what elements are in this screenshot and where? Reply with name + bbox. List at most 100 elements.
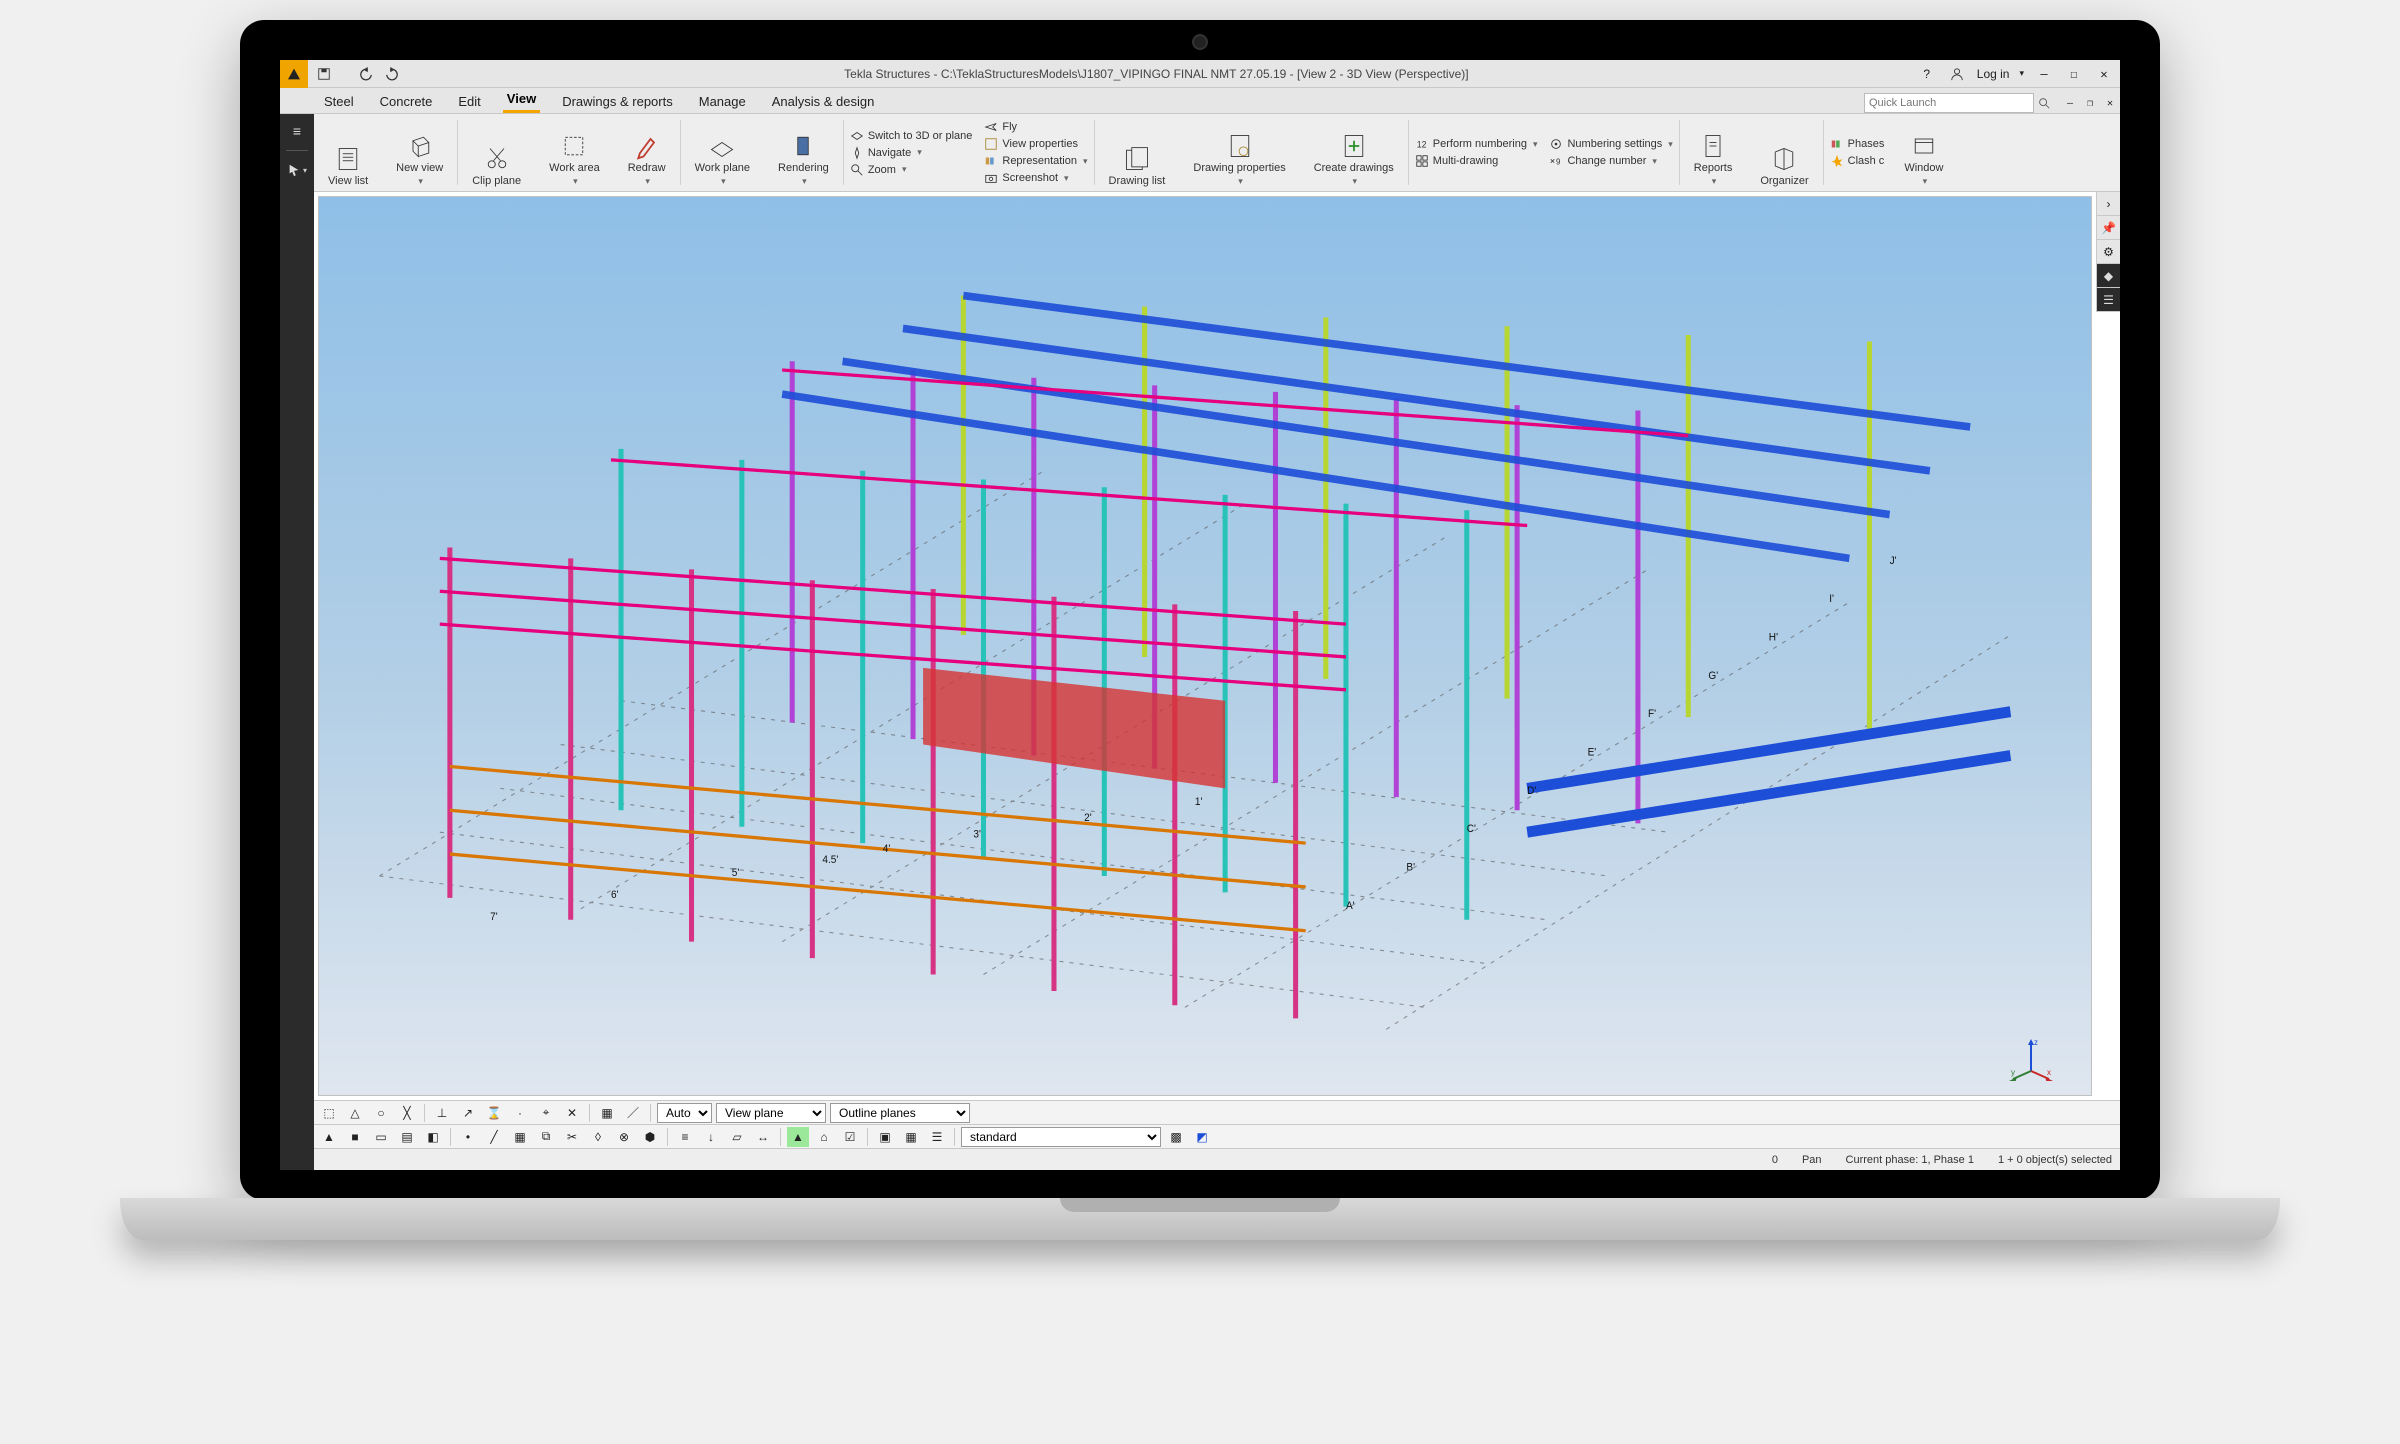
filter-on-icon[interactable]: ▲ [787, 1127, 809, 1147]
view-properties-button[interactable]: View properties [984, 137, 1087, 151]
filter-point-icon[interactable]: • [457, 1127, 479, 1147]
tab-view[interactable]: View [503, 87, 540, 113]
layout-list-icon[interactable]: ☰ [926, 1127, 948, 1147]
create-drawings-button[interactable]: Create drawings▾ [1306, 130, 1402, 189]
change-number-button[interactable]: 9 Change number▾ [1549, 154, 1672, 168]
snap-mode-select[interactable]: Auto [657, 1103, 712, 1123]
statusbar: 0 Pan Current phase: 1, Phase 1 1 + 0 ob… [314, 1148, 2120, 1170]
select-assembly-icon[interactable]: ▭ [370, 1127, 392, 1147]
snap-perpendicular-icon[interactable]: ⊥ [431, 1103, 453, 1123]
navigate-button[interactable]: Navigate▾ [850, 146, 973, 160]
snap-intersection-icon[interactable]: ╳ [396, 1103, 418, 1123]
clash-check-button[interactable]: Clash c [1830, 154, 1885, 168]
undo-icon[interactable] [356, 64, 376, 84]
work-plane-button[interactable]: Work plane▾ [687, 130, 758, 189]
filter-bolt-icon[interactable]: ⊗ [613, 1127, 635, 1147]
filter-plane2-icon[interactable]: ▱ [726, 1127, 748, 1147]
child-restore-button[interactable]: ❐ [2080, 98, 2100, 109]
panel-cube-icon[interactable]: ◆ [2097, 264, 2120, 288]
user-icon[interactable] [1947, 64, 1967, 84]
select-part-icon[interactable]: ▤ [396, 1127, 418, 1147]
maximize-button[interactable]: ☐ [2064, 67, 2084, 81]
filter-flag-icon[interactable]: ◩ [1191, 1127, 1213, 1147]
filter-grid-icon[interactable]: ▦ [509, 1127, 531, 1147]
phases-button[interactable]: Phases [1830, 137, 1885, 151]
help-icon[interactable]: ? [1917, 64, 1937, 84]
tab-drawings-reports[interactable]: Drawings & reports [558, 90, 677, 113]
pointer-icon[interactable]: ▲ [318, 1127, 340, 1147]
multi-drawing-button[interactable]: Multi-drawing [1415, 154, 1538, 168]
rendering-button[interactable]: Rendering▾ [770, 130, 837, 189]
switch-3d-or-plane-button[interactable]: Switch to 3D or plane [850, 129, 973, 143]
work-area-button[interactable]: Work area▾ [541, 130, 608, 189]
select-all-icon[interactable]: ■ [344, 1127, 366, 1147]
fly-button[interactable]: Fly [984, 120, 1087, 134]
panel-expand-icon[interactable]: › [2097, 192, 2120, 216]
drawing-properties-button[interactable]: Drawing properties▾ [1185, 130, 1293, 189]
view-list-button[interactable]: View list [320, 143, 376, 189]
filter-cut-icon[interactable]: ✂ [561, 1127, 583, 1147]
filter-plane-icon[interactable]: ◊ [587, 1127, 609, 1147]
ribbon-tabs: Steel Concrete Edit View Drawings & repo… [280, 88, 2120, 114]
selection-filter-select[interactable]: standard [961, 1127, 1161, 1147]
layout-grid9-icon[interactable]: ▦ [900, 1127, 922, 1147]
snap-hourglass-icon[interactable]: ⌛ [483, 1103, 505, 1123]
tab-analysis-design[interactable]: Analysis & design [768, 90, 879, 113]
tab-edit[interactable]: Edit [454, 90, 484, 113]
numbering-settings-button[interactable]: Numbering settings▾ [1549, 137, 1672, 151]
panel-pin-icon[interactable]: 📌 [2097, 216, 2120, 240]
perform-numbering-button[interactable]: 12 Perform numbering▾ [1415, 137, 1538, 151]
layout-grid4-icon[interactable]: ▣ [874, 1127, 896, 1147]
panel-gear-icon[interactable]: ⚙ [2097, 240, 2120, 264]
filter-rebar-icon[interactable]: ≡ [674, 1127, 696, 1147]
reports-button[interactable]: Reports▾ [1686, 130, 1741, 189]
save-icon[interactable] [314, 64, 334, 84]
snap-near-icon[interactable]: ⌖ [535, 1103, 557, 1123]
tab-concrete[interactable]: Concrete [376, 90, 437, 113]
drawing-list-button[interactable]: Drawing list [1101, 143, 1174, 189]
close-button[interactable]: ✕ [2094, 67, 2114, 81]
snap-endpoint-icon[interactable]: ⬚ [318, 1103, 340, 1123]
filter-task-icon[interactable]: ☑ [839, 1127, 861, 1147]
select-surface-icon[interactable]: ◧ [422, 1127, 444, 1147]
search-icon[interactable] [2034, 93, 2054, 113]
svg-text:2': 2' [1084, 812, 1092, 824]
login-link[interactable]: Log in [1977, 67, 2010, 81]
new-view-button[interactable]: New view▾ [388, 130, 451, 189]
snap-extend-icon[interactable]: ↗ [457, 1103, 479, 1123]
filter-line-icon[interactable]: ╱ [483, 1127, 505, 1147]
snap-plane-select[interactable]: View plane [716, 1103, 826, 1123]
axis-gizmo[interactable]: z x y [2009, 1037, 2053, 1081]
zoom-button[interactable]: Zoom▾ [850, 163, 973, 177]
filter-tree-icon[interactable]: ⌂ [813, 1127, 835, 1147]
snap-center-icon[interactable]: ○ [370, 1103, 392, 1123]
child-close-button[interactable]: ✕ [2100, 98, 2120, 109]
organizer-button[interactable]: Organizer [1752, 143, 1816, 189]
tab-steel[interactable]: Steel [320, 90, 358, 113]
snap-point-icon[interactable]: · [509, 1103, 531, 1123]
snap-midpoint-icon[interactable]: △ [344, 1103, 366, 1123]
filter-settings-icon[interactable]: ▩ [1165, 1127, 1187, 1147]
child-minimize-button[interactable]: — [2060, 98, 2080, 109]
representation-button[interactable]: Representation▾ [984, 154, 1087, 168]
window-button[interactable]: Window▾ [1896, 130, 1951, 189]
snap-line-icon[interactable]: ／ [622, 1103, 644, 1123]
filter-load-icon[interactable]: ↓ [700, 1127, 722, 1147]
clip-plane-button[interactable]: Clip plane [464, 143, 529, 189]
panel-layers-icon[interactable]: ☰ [2097, 288, 2120, 312]
redo-icon[interactable] [382, 64, 402, 84]
filter-dist-icon[interactable]: ↔ [752, 1127, 774, 1147]
rail-menu-icon[interactable]: ≡ [284, 120, 310, 142]
filter-component-icon[interactable]: ⬢ [639, 1127, 661, 1147]
redraw-button[interactable]: Redraw▾ [620, 130, 674, 189]
snap-grid-icon[interactable]: ▦ [596, 1103, 618, 1123]
tab-manage[interactable]: Manage [695, 90, 750, 113]
screenshot-button[interactable]: Screenshot▾ [984, 171, 1087, 185]
snap-outline-select[interactable]: Outline planes [830, 1103, 970, 1123]
minimize-button[interactable]: — [2034, 67, 2054, 81]
filter-weld-icon[interactable]: ⧉ [535, 1127, 557, 1147]
3d-viewport[interactable]: J'I'H' G'F'E' D'C'B' A' 7'6'5' 4.5'4'3' … [318, 196, 2092, 1096]
rail-pointer-icon[interactable]: ▾ [284, 159, 310, 181]
quick-launch-input[interactable] [1864, 93, 2034, 113]
snap-any-icon[interactable]: ✕ [561, 1103, 583, 1123]
